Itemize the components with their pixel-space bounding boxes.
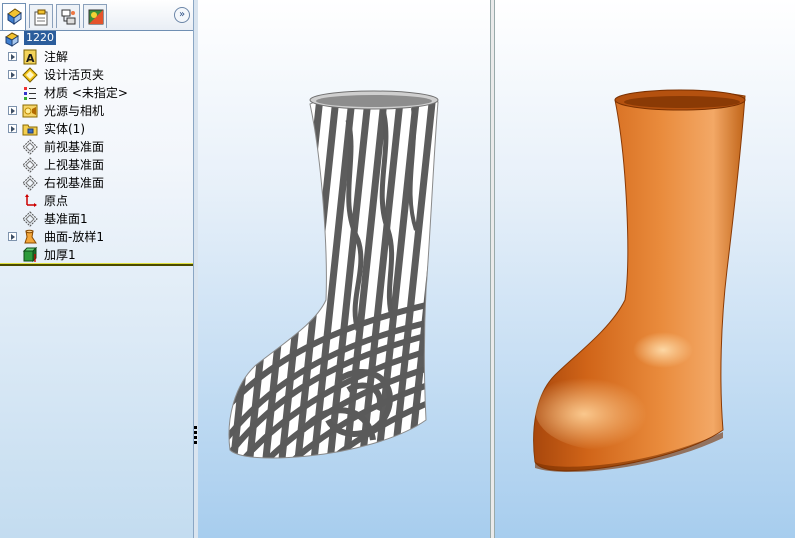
plane-icon [22, 139, 38, 155]
annotations-icon: A [23, 49, 37, 65]
zebra-boot-model[interactable] [198, 0, 490, 538]
tree-item-plane1[interactable]: 基准面1 [0, 210, 193, 228]
configuration-manager-icon [61, 9, 76, 25]
material-icon [24, 87, 36, 100]
tree-item-label: 前视基准面 [44, 140, 105, 154]
expand-toggle[interactable] [8, 70, 17, 79]
plane-icon [22, 175, 38, 191]
tree-item-material[interactable]: 材质 <未指定> [0, 84, 193, 102]
tree-item-right-plane[interactable]: 右视基准面 [0, 174, 193, 192]
expand-toggle[interactable] [8, 52, 17, 61]
design-binder-icon [22, 67, 38, 83]
tree-item-label: 上视基准面 [44, 158, 105, 172]
display-manager-icon [88, 9, 104, 25]
tree-root-label: 1220 [24, 31, 56, 45]
property-manager-icon [34, 9, 48, 26]
tree-item-annotations[interactable]: A 注解 [0, 48, 193, 66]
tree-item-label: 实体(1) [44, 122, 85, 136]
rollback-bar[interactable] [0, 263, 193, 266]
feature-manager-panel: » 1220 A 注解 设计活页夹 材质 <未指定> 光源与相机 实体(1) 前… [0, 0, 194, 538]
tree-item-label: 原点 [44, 194, 69, 208]
lights-cameras-icon [22, 104, 38, 118]
expand-toggle[interactable] [8, 232, 17, 241]
surface-loft-icon [24, 229, 37, 244]
featuremanager-tab[interactable] [2, 3, 26, 30]
displaymanager-tab[interactable] [83, 4, 107, 28]
tree-item-label: 加厚1 [44, 248, 76, 262]
tree-item-label: 曲面-放样1 [44, 230, 104, 244]
solid-bodies-folder-icon [22, 124, 38, 136]
tree-item-solid-bodies[interactable]: 实体(1) [0, 120, 193, 138]
plane-icon [22, 211, 38, 227]
tree-item-label: 设计活页夹 [44, 68, 105, 82]
tree-item-label: 光源与相机 [44, 104, 105, 118]
svg-text:A: A [26, 52, 35, 65]
origin-icon [25, 194, 37, 207]
configurationmanager-tab[interactable] [56, 4, 80, 28]
expand-panel-button[interactable]: » [174, 7, 190, 23]
tree-item-design-binder[interactable]: 设计活页夹 [0, 66, 193, 84]
tree-root[interactable]: 1220 [0, 30, 193, 48]
tree-item-label: 注解 [44, 50, 69, 64]
tree-item-lights-cameras[interactable]: 光源与相机 [0, 102, 193, 120]
expand-toggle[interactable] [8, 106, 17, 115]
graphics-viewport-shaded[interactable] [495, 0, 795, 538]
thicken-icon [22, 247, 38, 263]
tree-item-label: 基准面1 [44, 212, 88, 226]
tree-item-top-plane[interactable]: 上视基准面 [0, 156, 193, 174]
tree-item-origin[interactable]: 原点 [0, 192, 193, 210]
shaded-boot-model[interactable] [495, 0, 795, 538]
part-icon [5, 32, 19, 47]
propertymanager-tab[interactable] [29, 4, 53, 28]
expand-toggle[interactable] [8, 124, 17, 133]
tree-item-thicken1[interactable]: 加厚1 [0, 246, 193, 264]
tree-item-label: 材质 <未指定> [44, 86, 128, 100]
plane-icon [22, 157, 38, 173]
tree-item-front-plane[interactable]: 前视基准面 [0, 138, 193, 156]
feature-tree-icon [7, 8, 22, 25]
graphics-viewport-zebra[interactable] [198, 0, 490, 538]
tree-item-label: 右视基准面 [44, 176, 105, 190]
manager-tab-strip: » [0, 0, 193, 31]
tree-item-surface-loft1[interactable]: 曲面-放样1 [0, 228, 193, 246]
